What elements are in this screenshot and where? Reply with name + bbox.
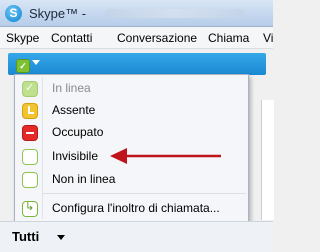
- contacts-filter-label[interactable]: Tutti: [12, 229, 39, 244]
- chevron-down-icon[interactable]: [57, 235, 65, 240]
- annotation-arrow: [110, 148, 221, 164]
- contacts-filter-bar: [0, 221, 273, 252]
- arrow-head: [110, 148, 127, 164]
